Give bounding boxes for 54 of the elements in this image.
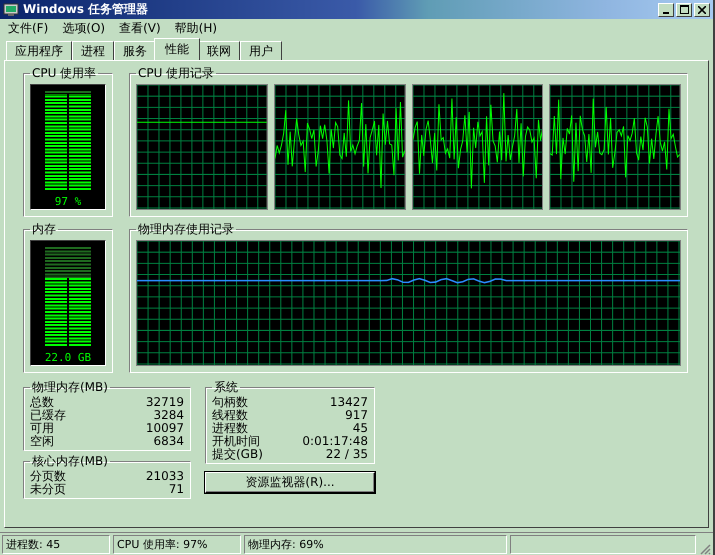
- tab[interactable]: 联网: [198, 41, 240, 60]
- stat-label: 开机时间: [212, 435, 260, 448]
- stat-value: 3284: [153, 409, 184, 422]
- menu-item[interactable]: 帮助(H): [174, 20, 218, 37]
- group-title: CPU 使用记录: [137, 65, 216, 82]
- resize-grip-icon: [699, 543, 711, 555]
- menu-item[interactable]: 查看(V): [119, 20, 161, 37]
- stat-value: 6834: [153, 435, 184, 448]
- stat-value: 32719: [146, 396, 184, 409]
- stat-label: 提交(GB): [212, 448, 263, 461]
- stat-label: 分页数: [30, 470, 66, 483]
- minimize-icon: [663, 12, 669, 14]
- meter-reading: 22.0 GB: [44, 351, 92, 364]
- group-title: 系统: [213, 379, 239, 396]
- stat-value: 917: [345, 409, 368, 422]
- monitor-icon: [3, 2, 19, 16]
- stat-value: 13427: [330, 396, 368, 409]
- tab[interactable]: 进程: [72, 41, 114, 60]
- group-title: CPU 使用率: [31, 65, 98, 82]
- group-title: 物理内存使用记录: [137, 221, 235, 238]
- stat-value: 10097: [146, 422, 184, 435]
- close-icon: [698, 6, 706, 14]
- stat-label: 句柄数: [212, 396, 248, 409]
- stat-value: 71: [168, 483, 184, 496]
- maximize-button[interactable]: [676, 2, 692, 16]
- tab[interactable]: 性能: [154, 38, 200, 60]
- meter-reading: 97 %: [54, 195, 82, 208]
- menu-item[interactable]: 文件(F): [8, 20, 48, 37]
- stat-value: 45: [352, 422, 368, 435]
- close-button[interactable]: [694, 2, 710, 16]
- stat-label: 已缓存: [30, 409, 66, 422]
- maximize-icon: [680, 5, 688, 14]
- stat-label: 空闲: [30, 435, 54, 448]
- group-title: 物理内存(MB): [31, 379, 109, 396]
- stat-value: 21033: [146, 470, 184, 483]
- status-pane: 物理内存: 69%: [244, 534, 507, 554]
- tab[interactable]: 应用程序: [6, 41, 72, 60]
- menu-item[interactable]: 选项(O): [62, 20, 106, 37]
- group-title: 内存: [31, 221, 57, 238]
- group-title: 核心内存(MB): [31, 453, 109, 470]
- stat-label: 线程数: [212, 409, 248, 422]
- tab[interactable]: 服务: [114, 41, 156, 60]
- stat-label: 可用: [30, 422, 54, 435]
- resource-monitor-button[interactable]: 资源监视器(R)...: [205, 472, 375, 493]
- minimize-button[interactable]: [658, 2, 674, 16]
- status-pane: 进程数: 45: [2, 534, 110, 554]
- stat-label: 总数: [30, 396, 54, 409]
- stat-value: 0:01:17:48: [302, 435, 368, 448]
- window-title: Windows 任务管理器: [23, 1, 148, 18]
- stat-value: 22 / 35: [326, 448, 368, 461]
- stat-label: 未分页: [30, 483, 66, 496]
- tab[interactable]: 用户: [240, 41, 282, 60]
- status-pane: CPU 使用率: 97%: [113, 534, 241, 554]
- stat-label: 进程数: [212, 422, 248, 435]
